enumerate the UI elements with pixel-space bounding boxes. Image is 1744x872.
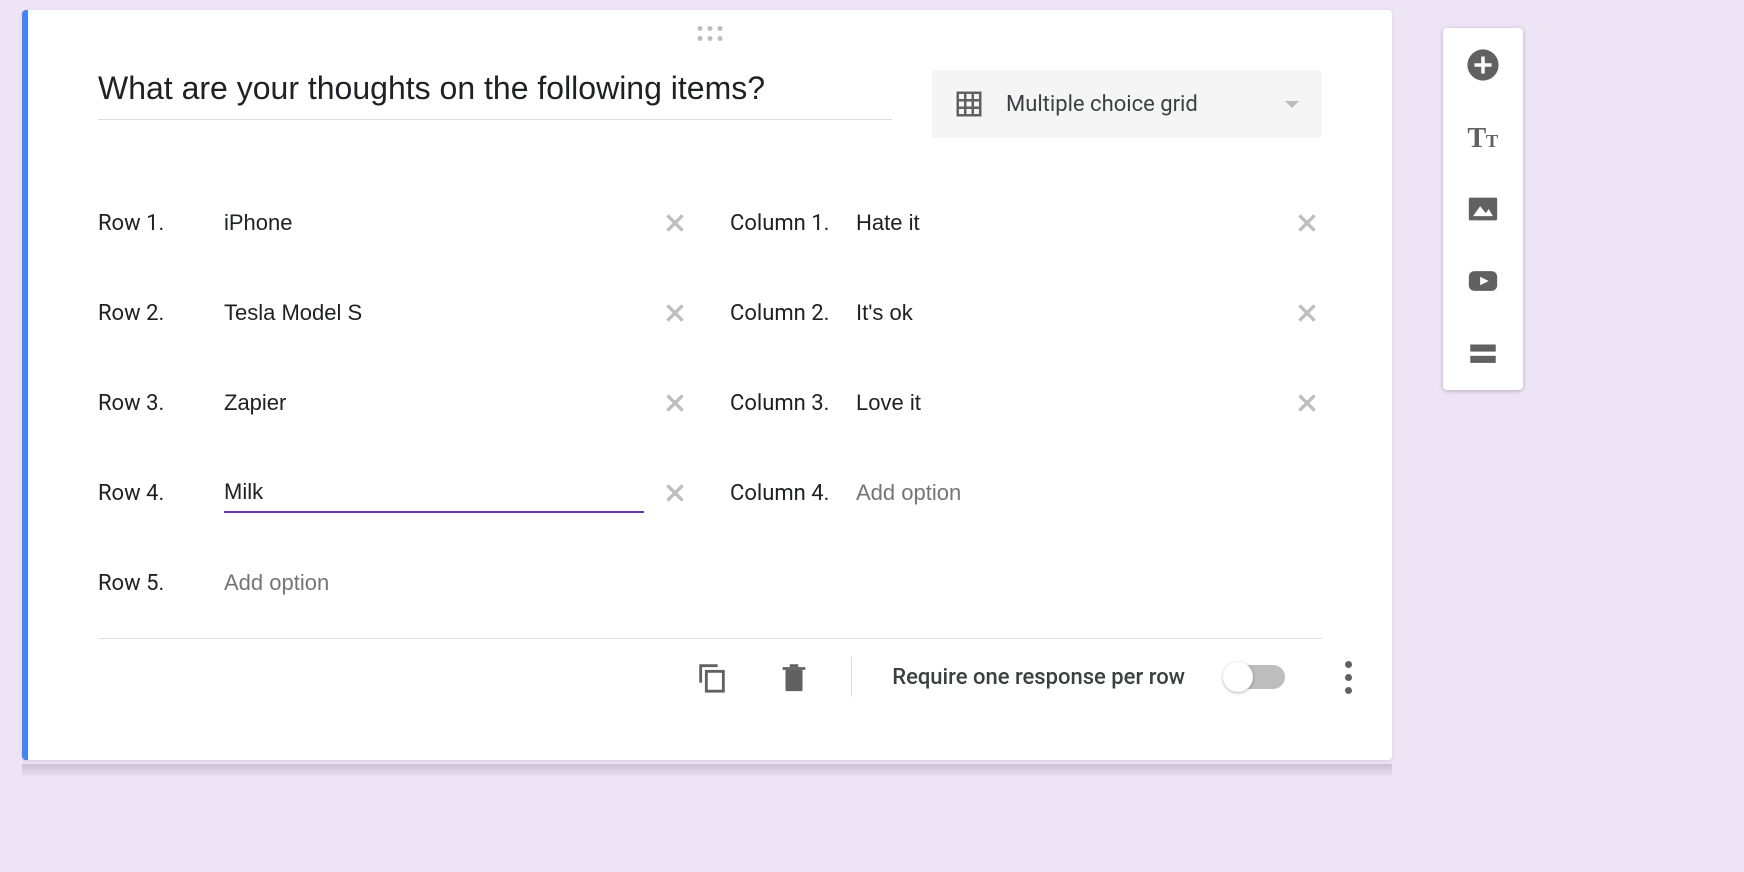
vertical-divider — [851, 657, 852, 697]
add-video-icon[interactable] — [1464, 262, 1502, 300]
more-options-icon[interactable] — [1345, 661, 1352, 694]
column-index-label: Column 2. — [730, 301, 840, 326]
remove-option-icon[interactable] — [660, 388, 690, 418]
add-question-icon[interactable] — [1464, 46, 1502, 84]
column-option-row: Column 1. — [730, 178, 1322, 268]
card-footer: Require one response per row — [28, 639, 1392, 715]
column-index-label: Column 4. — [730, 481, 840, 506]
remove-option-icon[interactable] — [660, 208, 690, 238]
column-index-label: Column 3. — [730, 391, 840, 416]
row-option-input[interactable] — [224, 473, 644, 513]
columns-column: Column 1. Column 2. Column 3. Column 4. — [730, 178, 1322, 628]
add-section-icon[interactable] — [1464, 334, 1502, 372]
remove-option-icon[interactable] — [660, 478, 690, 508]
column-option-row: Column 2. — [730, 268, 1322, 358]
remove-option-icon[interactable] — [1292, 298, 1322, 328]
svg-text:T: T — [1467, 123, 1486, 154]
column-option-row: Column 3. — [730, 358, 1322, 448]
remove-option-icon[interactable] — [660, 298, 690, 328]
column-option-input[interactable] — [856, 474, 1276, 512]
require-response-toggle[interactable] — [1225, 665, 1285, 689]
add-image-icon[interactable] — [1464, 190, 1502, 228]
row-index-label: Row 5. — [98, 571, 208, 596]
row-option-input[interactable] — [224, 384, 644, 422]
column-option-input[interactable] — [856, 204, 1276, 242]
row-option-input[interactable] — [224, 204, 644, 242]
row-option-row: Row 5. — [98, 538, 690, 628]
question-type-selector[interactable]: Multiple choice grid — [932, 70, 1322, 138]
drag-handle-icon[interactable] — [698, 26, 723, 41]
row-option-input[interactable] — [224, 294, 644, 332]
grid-icon — [954, 89, 984, 119]
trash-icon[interactable] — [777, 660, 811, 694]
row-index-label: Row 1. — [98, 211, 208, 236]
chevron-down-icon — [1284, 95, 1300, 114]
question-title-input[interactable] — [98, 70, 892, 120]
require-response-label: Require one response per row — [892, 665, 1185, 690]
column-index-label: Column 1. — [730, 211, 840, 236]
svg-text:T: T — [1486, 131, 1498, 151]
remove-option-icon[interactable] — [1292, 208, 1322, 238]
row-index-label: Row 4. — [98, 481, 208, 506]
row-index-label: Row 3. — [98, 391, 208, 416]
row-option-input[interactable] — [224, 564, 644, 602]
question-card: Multiple choice grid Row 1.Row 2.Row 3.R… — [22, 10, 1392, 760]
duplicate-icon[interactable] — [695, 660, 729, 694]
grid-body: Row 1. Row 2. Row 3. Row 4. Row 5. Column 1.… — [28, 138, 1392, 628]
row-option-row: Row 1. — [98, 178, 690, 268]
add-title-icon[interactable]: TT — [1464, 118, 1502, 156]
row-option-row: Row 4. — [98, 448, 690, 538]
rows-column: Row 1. Row 2. Row 3. Row 4. Row 5. — [98, 178, 690, 628]
row-index-label: Row 2. — [98, 301, 208, 326]
column-option-input[interactable] — [856, 294, 1276, 332]
column-option-row: Column 4. — [730, 448, 1322, 538]
remove-option-icon[interactable] — [1292, 388, 1322, 418]
row-option-row: Row 3. — [98, 358, 690, 448]
question-type-label: Multiple choice grid — [1006, 92, 1262, 117]
side-toolbar: TT — [1443, 28, 1523, 390]
column-option-input[interactable] — [856, 384, 1276, 422]
row-option-row: Row 2. — [98, 268, 690, 358]
